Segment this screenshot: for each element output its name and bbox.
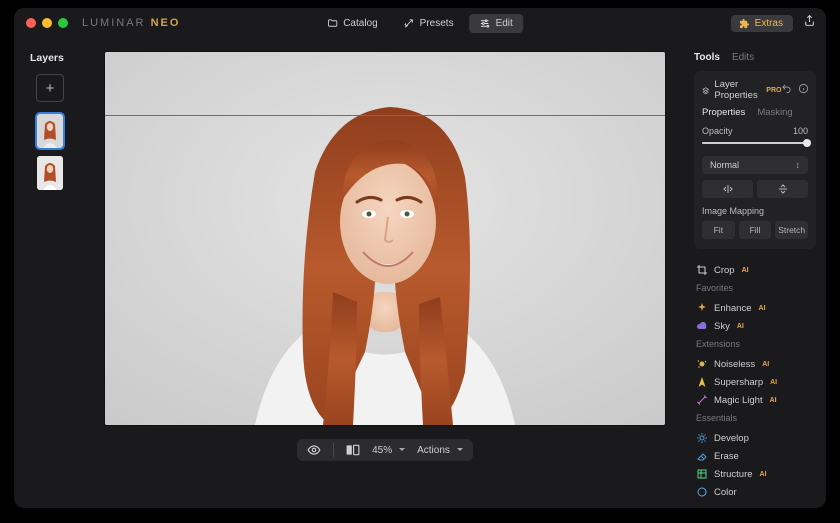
layer-thumb-2[interactable]: [37, 156, 63, 190]
minimize-window-button[interactable]: [42, 18, 52, 28]
layers-heading: Layers: [30, 52, 64, 64]
app-window: LUMINAR NEO Catalog Presets Edit Extras: [14, 8, 826, 508]
cloud-icon: [696, 320, 708, 332]
section-favorites: Favorites: [696, 283, 816, 293]
mapping-fit-button[interactable]: Fit: [702, 221, 735, 239]
panel-title: Layer Properties PRO: [702, 79, 781, 101]
blend-mode-value: Normal: [710, 160, 739, 170]
catalog-tab[interactable]: Catalog: [317, 14, 387, 33]
traffic-lights: [26, 18, 68, 28]
layer-subtabs: Properties Masking: [702, 107, 808, 118]
edit-tab[interactable]: Edit: [470, 14, 523, 33]
info-button[interactable]: [798, 83, 809, 97]
folder-icon: [327, 18, 338, 29]
share-icon: [803, 14, 816, 27]
center-area: 45% Actions: [86, 38, 684, 508]
tab-edits[interactable]: Edits: [732, 52, 754, 63]
crop-icon: [696, 264, 708, 276]
sparkle-icon: [696, 302, 708, 314]
layers-icon: [702, 85, 709, 96]
tool-enhance[interactable]: EnhanceAI: [694, 299, 816, 317]
supersharp-icon: [696, 376, 708, 388]
share-button[interactable]: [803, 14, 816, 32]
horizontal-guide[interactable]: [105, 115, 665, 116]
color-icon: [696, 486, 708, 498]
image-canvas[interactable]: [105, 52, 665, 425]
flip-h-icon: [722, 184, 734, 194]
mapping-fill-button[interactable]: Fill: [739, 221, 772, 239]
sliders-icon: [480, 18, 491, 29]
catalog-tab-label: Catalog: [343, 18, 377, 29]
blend-mode-select[interactable]: Normal: [702, 156, 808, 174]
actions-label: Actions: [417, 445, 450, 456]
edit-tab-label: Edit: [496, 18, 513, 29]
zoom-value: 45%: [372, 445, 392, 456]
extras-label: Extras: [755, 18, 783, 29]
compare-icon: [346, 444, 360, 456]
wand-icon: [404, 18, 415, 29]
tool-crop[interactable]: CropAI: [694, 261, 816, 279]
flip-v-icon: [778, 183, 788, 195]
app-body: Layers +: [14, 38, 826, 508]
magic-light-icon: [696, 394, 708, 406]
presets-tab[interactable]: Presets: [394, 14, 464, 33]
tool-noiseless[interactable]: NoiselessAI: [694, 355, 816, 373]
image-mapping-label: Image Mapping: [702, 206, 808, 216]
tool-supersharp[interactable]: SupersharpAI: [694, 373, 816, 391]
section-extensions: Extensions: [696, 339, 816, 349]
opacity-value: 100: [793, 126, 808, 136]
reset-button[interactable]: [781, 83, 792, 97]
mapping-stretch-button[interactable]: Stretch: [775, 221, 808, 239]
layers-panel: Layers +: [14, 38, 86, 508]
right-panel-tabs: Tools Edits: [694, 52, 816, 63]
layer-thumb-1[interactable]: [37, 114, 63, 148]
flip-horizontal-button[interactable]: [702, 180, 753, 198]
zoom-select[interactable]: 45%: [372, 445, 405, 456]
pro-badge: PRO: [766, 87, 781, 94]
develop-icon: [696, 432, 708, 444]
section-essentials: Essentials: [696, 413, 816, 423]
info-icon: [798, 83, 809, 94]
canvas-toolbar: 45% Actions: [297, 439, 473, 461]
top-mode-switch: Catalog Presets Edit: [317, 14, 523, 33]
app-brand: LUMINAR NEO: [82, 17, 180, 29]
subtab-masking[interactable]: Masking: [757, 107, 792, 118]
tool-color[interactable]: Color: [694, 483, 816, 501]
tool-erase[interactable]: Erase: [694, 447, 816, 465]
flip-vertical-button[interactable]: [757, 180, 808, 198]
tab-tools[interactable]: Tools: [694, 52, 720, 63]
layer-properties-panel: Layer Properties PRO Properties Masking …: [694, 71, 816, 249]
extras-button[interactable]: Extras: [731, 15, 793, 32]
structure-icon: [696, 468, 708, 480]
presets-tab-label: Presets: [420, 18, 454, 29]
add-layer-button[interactable]: +: [36, 74, 64, 102]
opacity-label: Opacity: [702, 126, 733, 136]
titlebar: LUMINAR NEO Catalog Presets Edit Extras: [14, 8, 826, 38]
subtab-properties[interactable]: Properties: [702, 107, 745, 118]
tool-develop[interactable]: Develop: [694, 429, 816, 447]
noiseless-icon: [696, 358, 708, 370]
compare-toggle[interactable]: [346, 444, 360, 456]
actions-menu[interactable]: Actions: [417, 445, 463, 456]
puzzle-icon: [739, 18, 750, 29]
tool-structure[interactable]: StructureAI: [694, 465, 816, 483]
eye-icon: [307, 443, 321, 457]
tool-magic-light[interactable]: Magic LightAI: [694, 391, 816, 409]
visibility-toggle[interactable]: [307, 443, 321, 457]
maximize-window-button[interactable]: [58, 18, 68, 28]
close-window-button[interactable]: [26, 18, 36, 28]
updown-icon: [796, 160, 801, 170]
opacity-slider[interactable]: [702, 138, 808, 148]
divider: [333, 443, 334, 457]
undo-icon: [781, 83, 792, 94]
tools-panel: Tools Edits Layer Properties PRO: [684, 38, 826, 508]
tool-sky[interactable]: SkyAI: [694, 317, 816, 335]
erase-icon: [696, 450, 708, 462]
